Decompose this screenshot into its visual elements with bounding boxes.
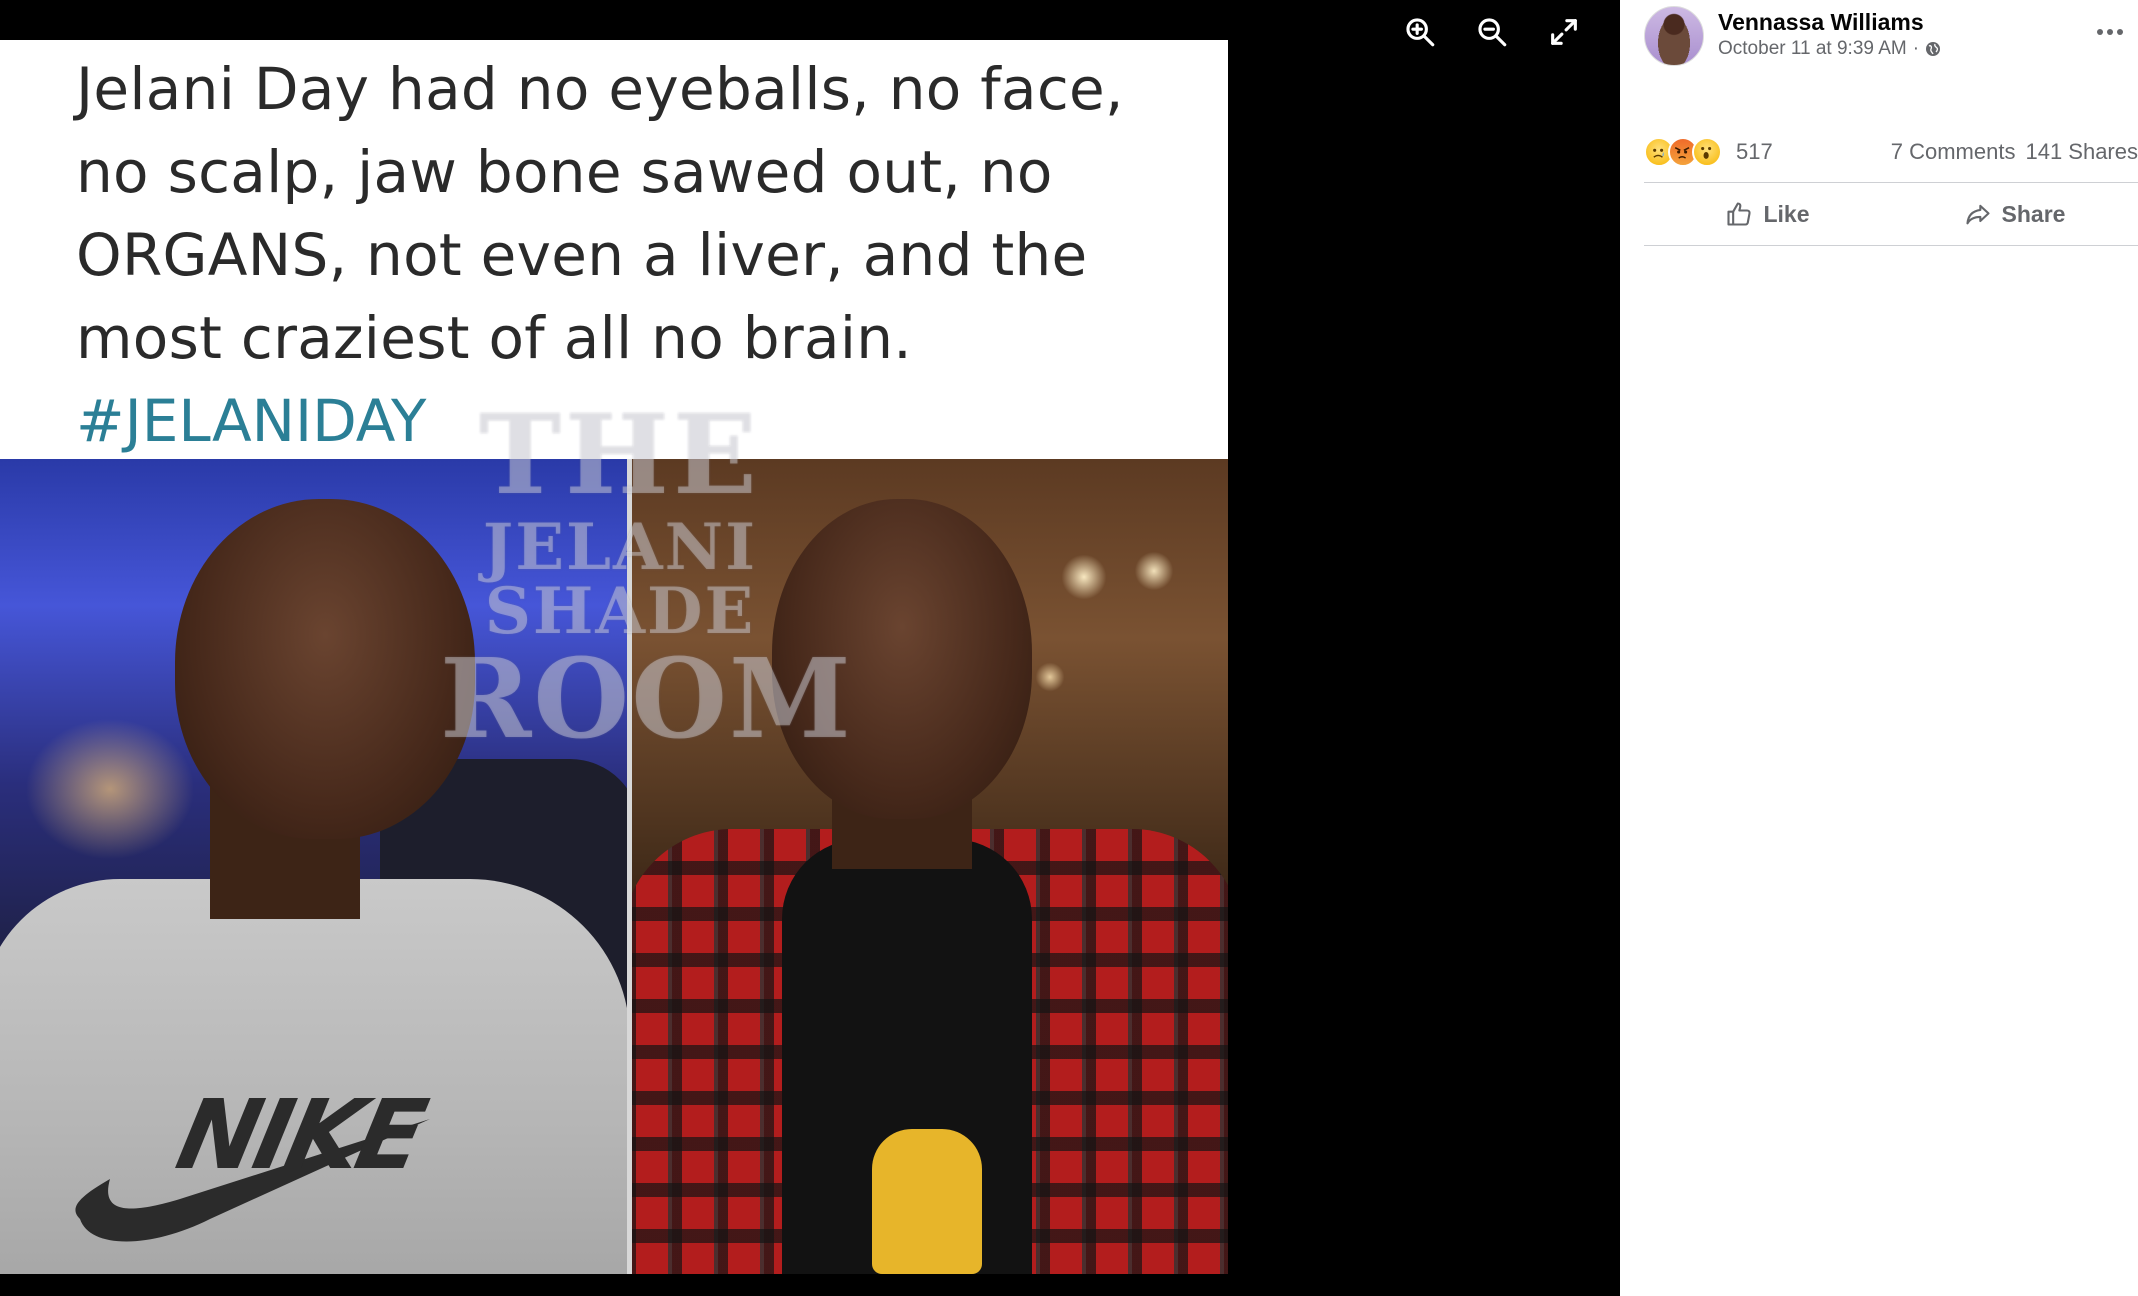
meme-caption-line: most craziest of all no brain. [76,304,913,372]
zoom-in-icon [1406,18,1435,47]
zoom-in-button[interactable] [1400,12,1440,52]
like-label: Like [1763,200,1810,227]
expand-icon [1551,19,1577,45]
meta-separator: · [1912,38,1920,59]
divider [1644,245,2138,246]
face-left [175,499,475,839]
viewer-toolbar [1400,12,1584,52]
meme-caption-line: ORGANS, not even a liver, and the [76,221,1088,289]
post-image[interactable]: Jelani Day had no eyeballs, no face, no … [0,40,1228,1274]
more-options-button[interactable] [2090,16,2130,48]
jersey-graphic [872,1129,982,1274]
photo-right [632,459,1228,1274]
photo-left: NIKE [0,459,627,1274]
share-arrow-icon [1965,204,1990,225]
like-button[interactable]: Like [1644,186,1891,242]
reactions-summary: 517 7 Comments 141 Shares [1644,134,2138,170]
post-header: Vennassa Williams October 11 at 9:39 AM … [1644,6,1941,66]
zoom-out-button[interactable] [1472,12,1512,52]
author-block: Vennassa Williams October 11 at 9:39 AM … [1718,6,1941,62]
post-actions: Like Share [1644,186,2138,242]
avatar[interactable] [1644,6,1704,66]
post-sidebar: Vennassa Williams October 11 at 9:39 AM … [1620,0,2138,1296]
post-date[interactable]: October 11 at 9:39 AM [1718,36,1907,62]
photo-viewer: Jelani Day had no eyeballs, no face, no … [0,0,1620,1296]
zoom-out-icon [1478,18,1507,47]
globe-icon [1926,42,1941,56]
meme-caption-line: no scalp, jaw bone sawed out, no [76,138,1053,206]
meme-caption-line: Jelani Day had no eyeballs, no face, [76,55,1124,123]
share-label: Share [2001,200,2066,227]
shirt-logo-text: NIKE [168,1079,432,1191]
author-name[interactable]: Vennassa Williams [1718,8,1941,36]
post-meta: October 11 at 9:39 AM · [1718,36,1941,62]
divider [1644,182,2138,183]
wow-emoji-icon[interactable] [1692,137,1722,167]
thumbs-up-icon [1727,202,1752,226]
share-button[interactable]: Share [1891,186,2138,242]
fullscreen-button[interactable] [1544,12,1584,52]
engagement-counts: 7 Comments 141 Shares [1891,139,2138,165]
shares-count[interactable]: 141 Shares [2025,139,2138,165]
comments-count[interactable]: 7 Comments [1891,139,2016,165]
meme-caption: Jelani Day had no eyeballs, no face, no … [76,48,1196,380]
reaction-count[interactable]: 517 [1736,139,1773,165]
more-horizontal-icon [2097,29,2123,35]
meme-hashtag: #JELANIDAY [76,387,427,455]
face-right [772,499,1032,819]
